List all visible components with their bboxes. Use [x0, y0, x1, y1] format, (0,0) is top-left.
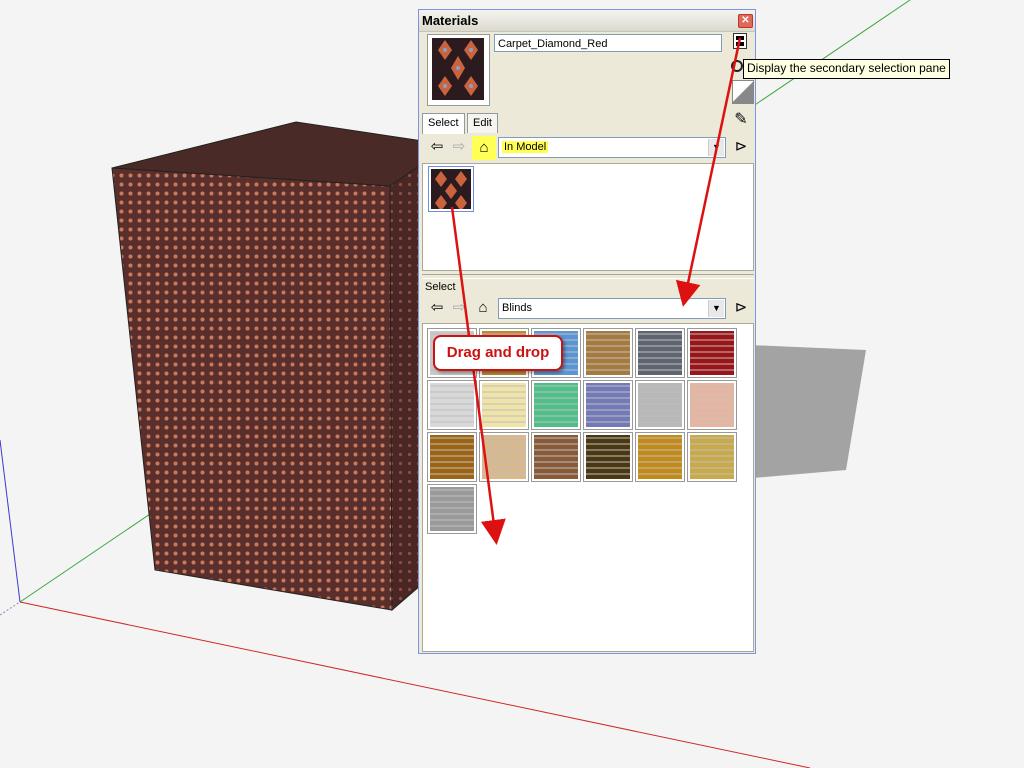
- tab-select[interactable]: Select: [422, 113, 465, 134]
- blind-texture: [586, 383, 630, 427]
- axis-dotted: [0, 601, 21, 616]
- current-material-swatch[interactable]: [427, 34, 490, 106]
- chevron-down-icon[interactable]: ▼: [708, 139, 724, 156]
- material-thumb-blind-purple[interactable]: [583, 380, 633, 430]
- material-thumb-blind-silver[interactable]: [635, 380, 685, 430]
- secondary-select-label: Select: [425, 281, 456, 293]
- home-icon-2[interactable]: ⌂: [474, 299, 492, 317]
- materials-panel: Materials ✕ Carpet_Diamond_Red Select Ed…: [418, 9, 756, 654]
- forward-arrow-icon[interactable]: ⇨: [450, 138, 468, 156]
- panel-titlebar[interactable]: Materials ✕: [419, 10, 755, 32]
- blind-texture: [586, 435, 630, 479]
- forward-arrow-icon-2[interactable]: ⇨: [450, 299, 468, 317]
- collection-dropdown-value: In Model: [502, 141, 549, 153]
- blind-texture: [430, 435, 474, 479]
- back-arrow-icon-2[interactable]: ⇦: [428, 299, 446, 317]
- material-thumb-blind-cream[interactable]: [479, 380, 529, 430]
- reset-color-icon[interactable]: [731, 60, 743, 72]
- material-thumb-blind-gold[interactable]: [635, 432, 685, 482]
- blind-texture: [638, 435, 682, 479]
- material-thumb-blind-light-gray[interactable]: [427, 380, 477, 430]
- blue-axis: [0, 439, 21, 603]
- blind-texture: [534, 435, 578, 479]
- tooltip: Display the secondary selection pane: [743, 59, 950, 79]
- details-arrow-icon[interactable]: ⊳: [732, 138, 750, 156]
- material-thumb-blind-amber[interactable]: [427, 432, 477, 482]
- blind-texture: [690, 383, 734, 427]
- secondary-pane-toggle-button[interactable]: [733, 33, 747, 49]
- box-front-face: [111, 167, 393, 611]
- eyedropper-icon[interactable]: ✎: [731, 110, 751, 130]
- in-model-home-icon[interactable]: ⌂: [472, 136, 496, 160]
- blind-texture: [690, 435, 734, 479]
- material-thumb-blind-lattice[interactable]: [479, 432, 529, 482]
- details-arrow-icon-2[interactable]: ⊳: [732, 299, 750, 317]
- material-thumb-blind-khaki[interactable]: [687, 432, 737, 482]
- tab-edit[interactable]: Edit: [467, 113, 498, 133]
- default-material-swatch[interactable]: [732, 80, 754, 104]
- material-thumb-blind-brown-stripe[interactable]: [583, 328, 633, 378]
- material-thumb-blind-wood[interactable]: [531, 432, 581, 482]
- blind-texture: [638, 331, 682, 375]
- material-thumb-blind-pink[interactable]: [687, 380, 737, 430]
- collection-dropdown[interactable]: In Model ▼: [498, 137, 726, 158]
- secondary-nav-row: ⇦ ⇨ ⌂ Blinds ▼ ⊳: [422, 297, 754, 321]
- material-thumb-carpet[interactable]: [428, 166, 474, 212]
- blind-texture: [430, 487, 474, 531]
- blind-texture: [586, 331, 630, 375]
- drag-and-drop-callout: Drag and drop: [433, 335, 563, 371]
- material-thumb-blind-dark-brown[interactable]: [583, 432, 633, 482]
- secondary-collection-dropdown[interactable]: Blinds ▼: [498, 298, 726, 319]
- blinds-pane: [422, 323, 754, 652]
- panel-title: Materials: [422, 13, 479, 28]
- material-thumb-blind-gray[interactable]: [635, 328, 685, 378]
- primary-nav-row: ⇦ ⇨ ⌂ In Model ▼ ⊳: [422, 136, 754, 160]
- secondary-dropdown-value: Blinds: [502, 302, 532, 314]
- back-arrow-icon[interactable]: ⇦: [428, 138, 446, 156]
- blind-texture: [690, 331, 734, 375]
- carpet-thumb-image: [431, 169, 471, 209]
- blind-texture: [482, 435, 526, 479]
- material-thumb-blind-green[interactable]: [531, 380, 581, 430]
- in-model-pane: [422, 163, 754, 271]
- chevron-down-icon-2[interactable]: ▼: [708, 300, 724, 317]
- blind-texture: [534, 383, 578, 427]
- blind-texture: [482, 383, 526, 427]
- blind-texture: [430, 383, 474, 427]
- material-name-field[interactable]: Carpet_Diamond_Red: [494, 34, 722, 52]
- pane-divider[interactable]: [422, 274, 754, 279]
- blind-texture: [638, 383, 682, 427]
- close-button[interactable]: ✕: [738, 14, 753, 28]
- carpet-diamond-preview: [432, 38, 484, 100]
- material-thumb-blind-red[interactable]: [687, 328, 737, 378]
- material-thumb-blind-metal[interactable]: [427, 484, 477, 534]
